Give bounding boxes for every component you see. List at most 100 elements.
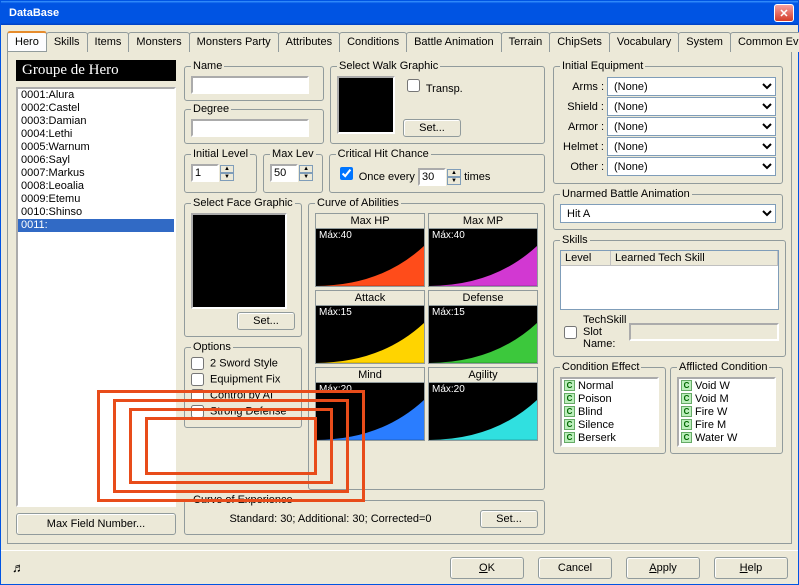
- hero-list-item[interactable]: 0009:Etemu: [18, 193, 174, 206]
- max-level-stepper[interactable]: ▲▼: [270, 164, 313, 182]
- afflicted-condition-list[interactable]: CVoid WCVoid MCFire WCFire MCWater W: [677, 377, 776, 447]
- tab-conditions[interactable]: Conditions: [339, 32, 407, 52]
- techskill-slot-checkbox[interactable]: [564, 326, 577, 339]
- chevron-down-icon[interactable]: ▼: [220, 173, 234, 181]
- curve-experience-set-button[interactable]: Set...: [480, 510, 538, 528]
- unarmed-anim-select[interactable]: Hit A: [560, 204, 776, 223]
- hero-list-item[interactable]: 0002:Castel: [18, 102, 174, 115]
- middle-column: Name Degree Select Walk Graphic: [184, 60, 545, 535]
- close-icon[interactable]: ✕: [774, 4, 794, 22]
- option-strong-defense[interactable]: Strong Defense: [191, 405, 295, 421]
- tab-system[interactable]: System: [678, 32, 731, 52]
- name-input[interactable]: [191, 76, 309, 94]
- chevron-up-icon[interactable]: ▲: [220, 165, 234, 173]
- hero-list-item[interactable]: 0001:Alura: [18, 89, 174, 102]
- skills-table[interactable]: Level Learned Tech Skill: [560, 250, 779, 310]
- tab-common-events[interactable]: Common Events: [730, 32, 799, 52]
- condition-effect-list[interactable]: CNormalCPoisonCBlindCSilenceCBerserk: [560, 377, 659, 447]
- tab-battle-animation[interactable]: Battle Animation: [406, 32, 502, 52]
- equip-select[interactable]: (None): [607, 77, 776, 96]
- max-level-input[interactable]: [270, 164, 298, 182]
- cond-item[interactable]: CFire W: [679, 405, 774, 418]
- tab-attributes[interactable]: Attributes: [278, 32, 340, 52]
- tab-strip: HeroSkillsItemsMonstersMonsters PartyAtt…: [7, 31, 792, 52]
- hero-list-item[interactable]: 0007:Markus: [18, 167, 174, 180]
- chevron-up-icon[interactable]: ▲: [447, 169, 461, 177]
- letter-c-icon: C: [681, 419, 692, 430]
- max-field-number-button[interactable]: Max Field Number...: [16, 513, 176, 535]
- crit-input[interactable]: [418, 168, 446, 186]
- tab-terrain[interactable]: Terrain: [501, 32, 551, 52]
- help-button[interactable]: Help: [714, 557, 788, 579]
- equip-select[interactable]: (None): [607, 97, 776, 116]
- unarmed-anim-fieldset: Unarmed Battle Animation Hit A: [553, 188, 783, 230]
- transp-checkbox[interactable]: [407, 79, 420, 92]
- crit-once-checkbox[interactable]: [340, 167, 353, 180]
- cond-item[interactable]: CWater W: [679, 431, 774, 444]
- hero-list-item[interactable]: 0004:Lethi: [18, 128, 174, 141]
- techskill-slot-label[interactable]: TechSkill Slot Name:: [560, 314, 779, 350]
- chevron-up-icon[interactable]: ▲: [299, 165, 313, 173]
- option-control-by-ai[interactable]: Control by AI: [191, 389, 295, 405]
- hero-list-item[interactable]: 0010:Shinso: [18, 206, 174, 219]
- tab-hero[interactable]: Hero: [7, 31, 47, 51]
- degree-fieldset: Degree: [184, 103, 324, 144]
- cond-item[interactable]: CVoid M: [679, 392, 774, 405]
- hero-list-item[interactable]: 0006:Sayl: [18, 154, 174, 167]
- walk-graphic-fieldset: Select Walk Graphic Transp. Set...: [330, 60, 545, 144]
- curve-experience-label: Curve of Experience: [191, 494, 295, 506]
- tab-skills[interactable]: Skills: [46, 32, 88, 52]
- curve-max-mp[interactable]: Max MPMáx:40: [428, 213, 538, 287]
- curve-mind[interactable]: MindMáx:20: [315, 367, 425, 441]
- equip-row-armor: Armor :(None): [560, 117, 776, 136]
- crit-stepper[interactable]: ▲▼: [418, 168, 461, 186]
- hero-list-item[interactable]: 0008:Leoalia: [18, 180, 174, 193]
- initial-level-input[interactable]: [191, 164, 219, 182]
- cond-item[interactable]: CNormal: [562, 379, 657, 392]
- equip-select[interactable]: (None): [607, 117, 776, 136]
- face-set-button[interactable]: Set...: [237, 312, 295, 330]
- skills-col-learned: Learned Tech Skill: [611, 251, 778, 265]
- unarmed-anim-label: Unarmed Battle Animation: [560, 188, 692, 200]
- tab-monsters-party[interactable]: Monsters Party: [189, 32, 279, 52]
- cond-item[interactable]: CBlind: [562, 405, 657, 418]
- degree-label: Degree: [191, 103, 231, 115]
- transp-checkbox-label[interactable]: Transp.: [403, 76, 463, 95]
- walk-set-button[interactable]: Set...: [403, 119, 461, 137]
- face-graphic-preview: [191, 213, 287, 309]
- cond-item[interactable]: CPoison: [562, 392, 657, 405]
- tab-items[interactable]: Items: [87, 32, 130, 52]
- option-equipment-fix[interactable]: Equipment Fix: [191, 373, 295, 389]
- ok-button[interactable]: OK: [450, 557, 524, 579]
- right-column: Initial Equipment Arms :(None)Shield :(N…: [553, 60, 783, 535]
- curve-agility[interactable]: AgilityMáx:20: [428, 367, 538, 441]
- tab-monsters[interactable]: Monsters: [128, 32, 189, 52]
- tab-chipsets[interactable]: ChipSets: [549, 32, 610, 52]
- curve-max-hp[interactable]: Max HPMáx:40: [315, 213, 425, 287]
- hero-list[interactable]: 0001:Alura0002:Castel0003:Damian0004:Let…: [16, 87, 176, 507]
- cond-item[interactable]: CSilence: [562, 418, 657, 431]
- curve-defense[interactable]: DefenseMáx:15: [428, 290, 538, 364]
- curve-attack[interactable]: AttackMáx:15: [315, 290, 425, 364]
- hero-list-item[interactable]: 0003:Damian: [18, 115, 174, 128]
- crit-once-checkbox-label[interactable]: Once every: [336, 171, 418, 183]
- client-area: HeroSkillsItemsMonstersMonsters PartyAtt…: [1, 25, 798, 550]
- chevron-down-icon[interactable]: ▼: [299, 173, 313, 181]
- cancel-button[interactable]: Cancel: [538, 557, 612, 579]
- option-2-sword-style[interactable]: 2 Sword Style: [191, 357, 295, 373]
- equip-select[interactable]: (None): [607, 137, 776, 156]
- options-fieldset: Options 2 Sword Style Equipment Fix Cont…: [184, 341, 302, 428]
- tab-vocabulary[interactable]: Vocabulary: [609, 32, 679, 52]
- degree-input[interactable]: [191, 119, 309, 137]
- condition-effect-fieldset: Condition Effect CNormalCPoisonCBlindCSi…: [553, 361, 666, 454]
- apply-button[interactable]: Apply: [626, 557, 700, 579]
- chevron-down-icon[interactable]: ▼: [447, 177, 461, 185]
- cond-item[interactable]: CBerserk: [562, 431, 657, 444]
- hero-list-item[interactable]: 0005:Warnum: [18, 141, 174, 154]
- letter-c-icon: C: [564, 393, 575, 404]
- hero-list-item[interactable]: 0011:: [18, 219, 174, 232]
- cond-item[interactable]: CVoid W: [679, 379, 774, 392]
- initial-level-stepper[interactable]: ▲▼: [191, 164, 234, 182]
- cond-item[interactable]: CFire M: [679, 418, 774, 431]
- equip-select[interactable]: (None): [607, 157, 776, 176]
